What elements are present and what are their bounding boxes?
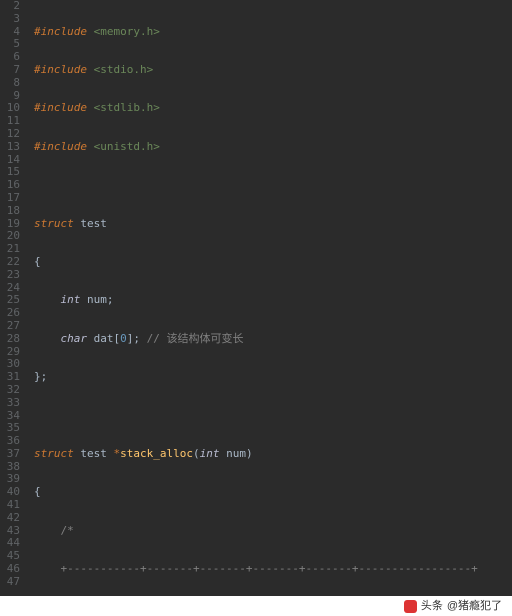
code-line: struct test *stack_alloc(int num) — [34, 448, 512, 461]
toutiao-icon — [404, 600, 417, 613]
code-area[interactable]: #include <memory.h> #include <stdio.h> #… — [28, 0, 512, 596]
line-number: 47 — [0, 576, 20, 589]
code-line: +-----------+-------+-------+-------+---… — [34, 563, 512, 576]
line-number: 7 — [0, 64, 20, 77]
line-gutter: 2345678910111213141516171819202122232425… — [0, 0, 28, 596]
code-line: #include <unistd.h> — [34, 141, 512, 154]
line-number: 36 — [0, 435, 20, 448]
line-number: 3 — [0, 13, 20, 26]
line-number: 32 — [0, 384, 20, 397]
code-line: #include <stdlib.h> — [34, 102, 512, 115]
line-number: 27 — [0, 320, 20, 333]
line-number: 31 — [0, 371, 20, 384]
line-number: 18 — [0, 205, 20, 218]
line-number: 41 — [0, 499, 20, 512]
line-number: 26 — [0, 307, 20, 320]
code-line: #include <memory.h> — [34, 26, 512, 39]
footer-handle: @猪瘾犯了 — [447, 600, 502, 613]
line-number: 42 — [0, 512, 20, 525]
code-line: #include <stdio.h> — [34, 64, 512, 77]
line-number: 33 — [0, 397, 20, 410]
code-line — [34, 179, 512, 192]
watermark-footer: 头条 @猪瘾犯了 — [0, 596, 512, 616]
line-number: 12 — [0, 128, 20, 141]
code-line: char dat[0]; // 该结构体可变长 — [34, 333, 512, 346]
footer-prefix: 头条 — [421, 600, 443, 613]
code-line — [34, 410, 512, 423]
line-number: 8 — [0, 77, 20, 90]
line-number: 37 — [0, 448, 20, 461]
line-number: 28 — [0, 333, 20, 346]
line-number: 2 — [0, 0, 20, 13]
code-line: { — [34, 256, 512, 269]
line-number: 17 — [0, 192, 20, 205]
code-editor[interactable]: 2345678910111213141516171819202122232425… — [0, 0, 512, 596]
code-line: }; — [34, 371, 512, 384]
code-line: struct test — [34, 218, 512, 231]
code-line: int num; — [34, 294, 512, 307]
line-number: 23 — [0, 269, 20, 282]
code-line: { — [34, 486, 512, 499]
code-line: /* — [34, 525, 512, 538]
line-number: 46 — [0, 563, 20, 576]
line-number: 22 — [0, 256, 20, 269]
line-number: 13 — [0, 141, 20, 154]
